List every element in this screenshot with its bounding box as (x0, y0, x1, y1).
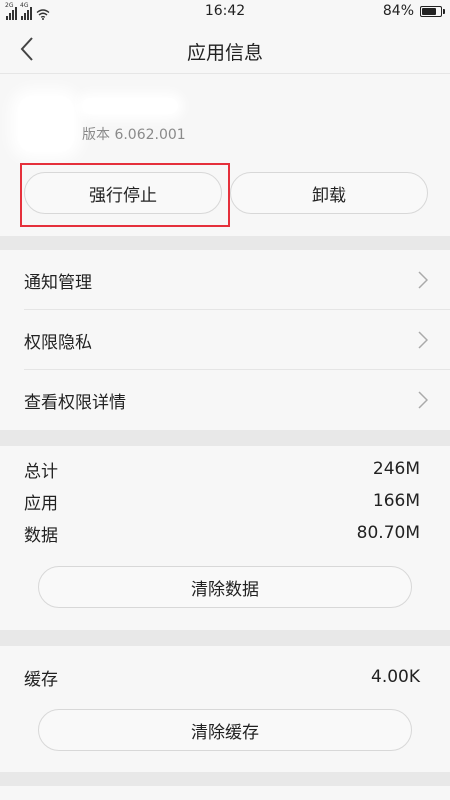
menu-item-permission-details[interactable]: 查看权限详情 (0, 370, 450, 430)
cache-section: 缓存 4.00K 清除缓存 (0, 646, 450, 772)
section-separator (0, 772, 450, 786)
cache-value: 4.00K (371, 667, 420, 687)
menu-item-label: 查看权限详情 (24, 392, 126, 413)
storage-label: 应用 (24, 493, 58, 514)
cache-label: 缓存 (24, 669, 58, 690)
menu-item-label: 通知管理 (24, 272, 92, 293)
status-icons-right: 84% (382, 3, 445, 19)
storage-section: 总计 246M 应用 166M 数据 80.70M 清除数据 (0, 446, 450, 630)
settings-menu: 通知管理 权限隐私 查看权限详情 (0, 250, 450, 430)
storage-row-data: 数据 80.70M (24, 518, 420, 548)
storage-value: 166M (372, 491, 420, 511)
section-separator (0, 236, 450, 250)
highlight-annotation-box (20, 163, 230, 227)
page-title: 应用信息 (186, 42, 263, 64)
storage-label: 总计 (24, 461, 58, 482)
clear-data-button[interactable]: 清除数据 (38, 566, 412, 608)
storage-value: 80.70M (356, 523, 420, 543)
chevron-right-icon (418, 271, 428, 289)
battery-fill (422, 7, 436, 15)
app-name-redacted (82, 98, 178, 114)
menu-item-permission-privacy[interactable]: 权限隐私 (0, 310, 450, 370)
section-separator (0, 630, 450, 646)
next-section-partial (0, 786, 450, 800)
chevron-right-icon (418, 391, 428, 409)
section-separator (0, 430, 450, 446)
battery-percent: 84% (382, 3, 414, 19)
app-version: 版本 6.062.001 (82, 127, 186, 143)
app-icon (18, 96, 74, 152)
storage-value: 246M (372, 459, 420, 479)
chevron-right-icon (418, 331, 428, 349)
menu-item-label: 权限隐私 (24, 332, 92, 353)
storage-label: 数据 (24, 525, 58, 546)
storage-row-total: 总计 246M (24, 454, 420, 484)
status-bar: 2G 4G 16:42 84% (0, 0, 450, 24)
title-bar: 应用信息 (0, 24, 450, 74)
storage-row-app: 应用 166M (24, 486, 420, 516)
uninstall-button[interactable]: 卸载 (230, 172, 428, 214)
clear-cache-button[interactable]: 清除缓存 (38, 709, 412, 751)
cache-row: 缓存 4.00K (24, 662, 420, 692)
menu-item-notification-management[interactable]: 通知管理 (0, 250, 450, 310)
battery-icon (420, 5, 445, 17)
app-header: 版本 6.062.001 强行停止 卸载 (0, 74, 450, 236)
